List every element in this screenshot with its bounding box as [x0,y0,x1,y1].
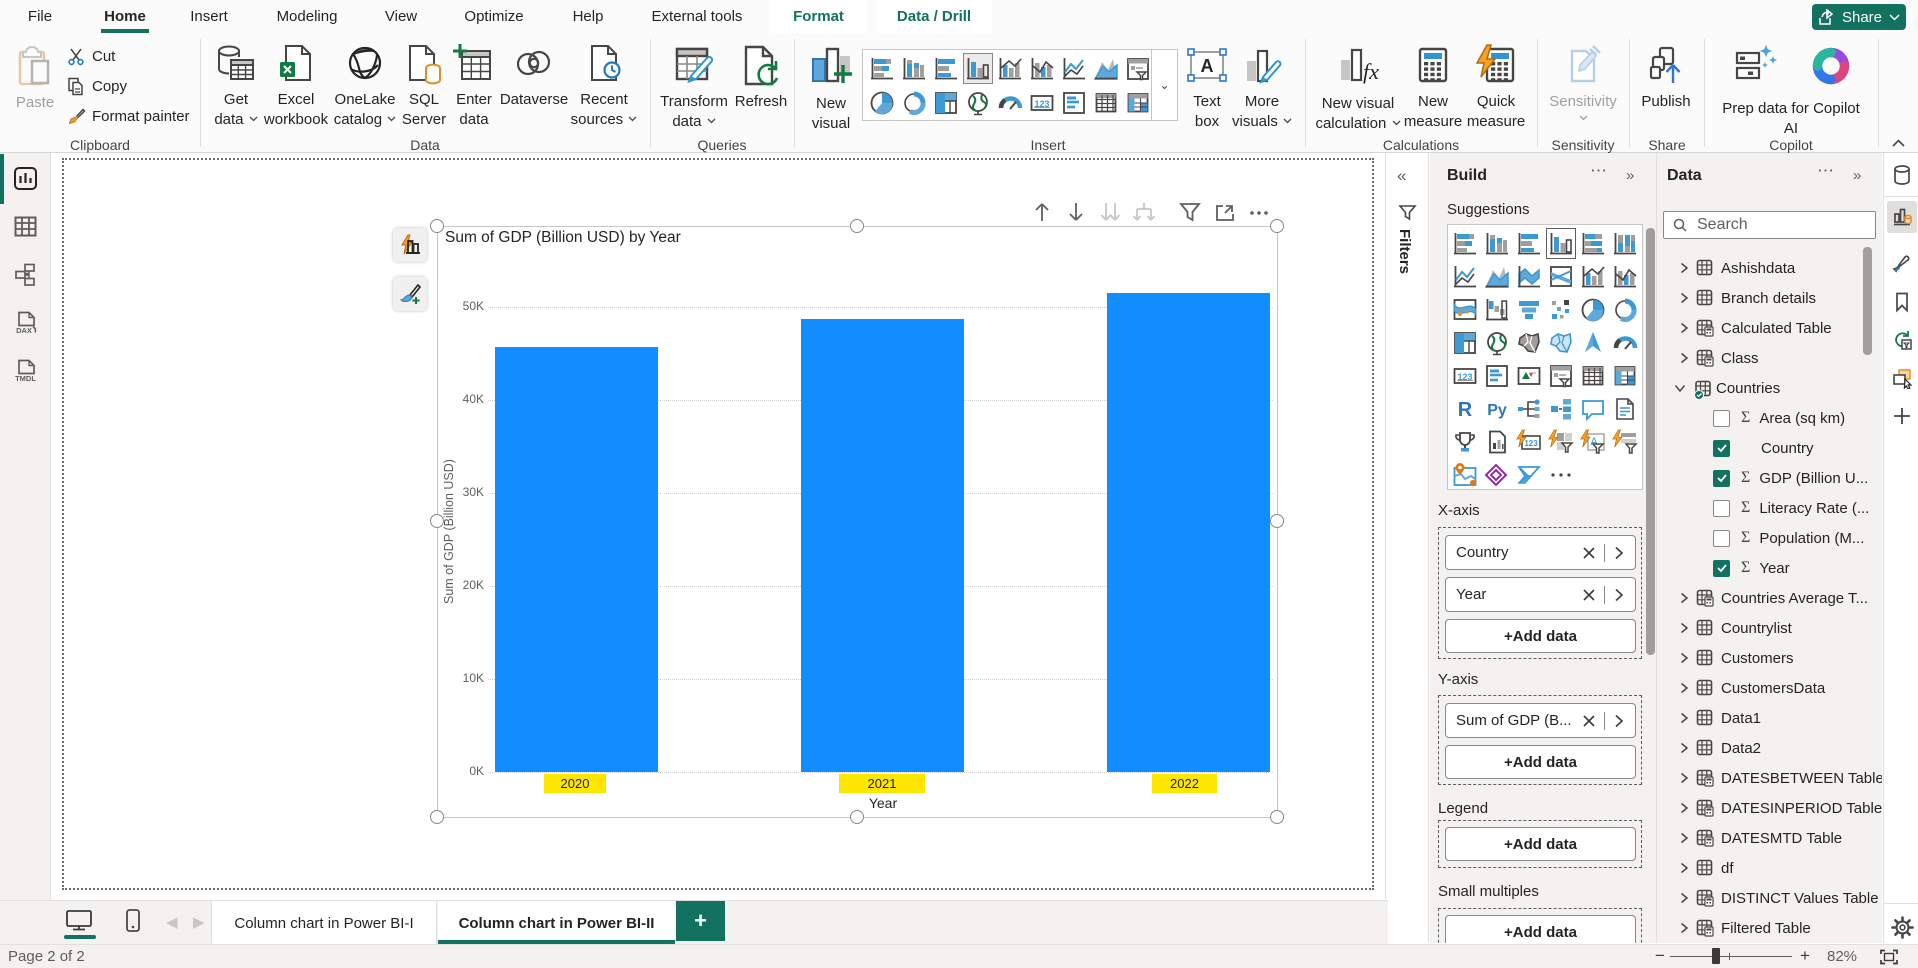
svg-text:R: R [1458,399,1473,421]
svg-text:TMDL: TMDL [15,374,36,383]
svg-text:DAX: DAX [16,326,32,335]
svg-text:123: 123 [1524,439,1538,448]
svg-text:fx: fx [1363,59,1379,84]
svg-text:Py: Py [1487,402,1507,419]
